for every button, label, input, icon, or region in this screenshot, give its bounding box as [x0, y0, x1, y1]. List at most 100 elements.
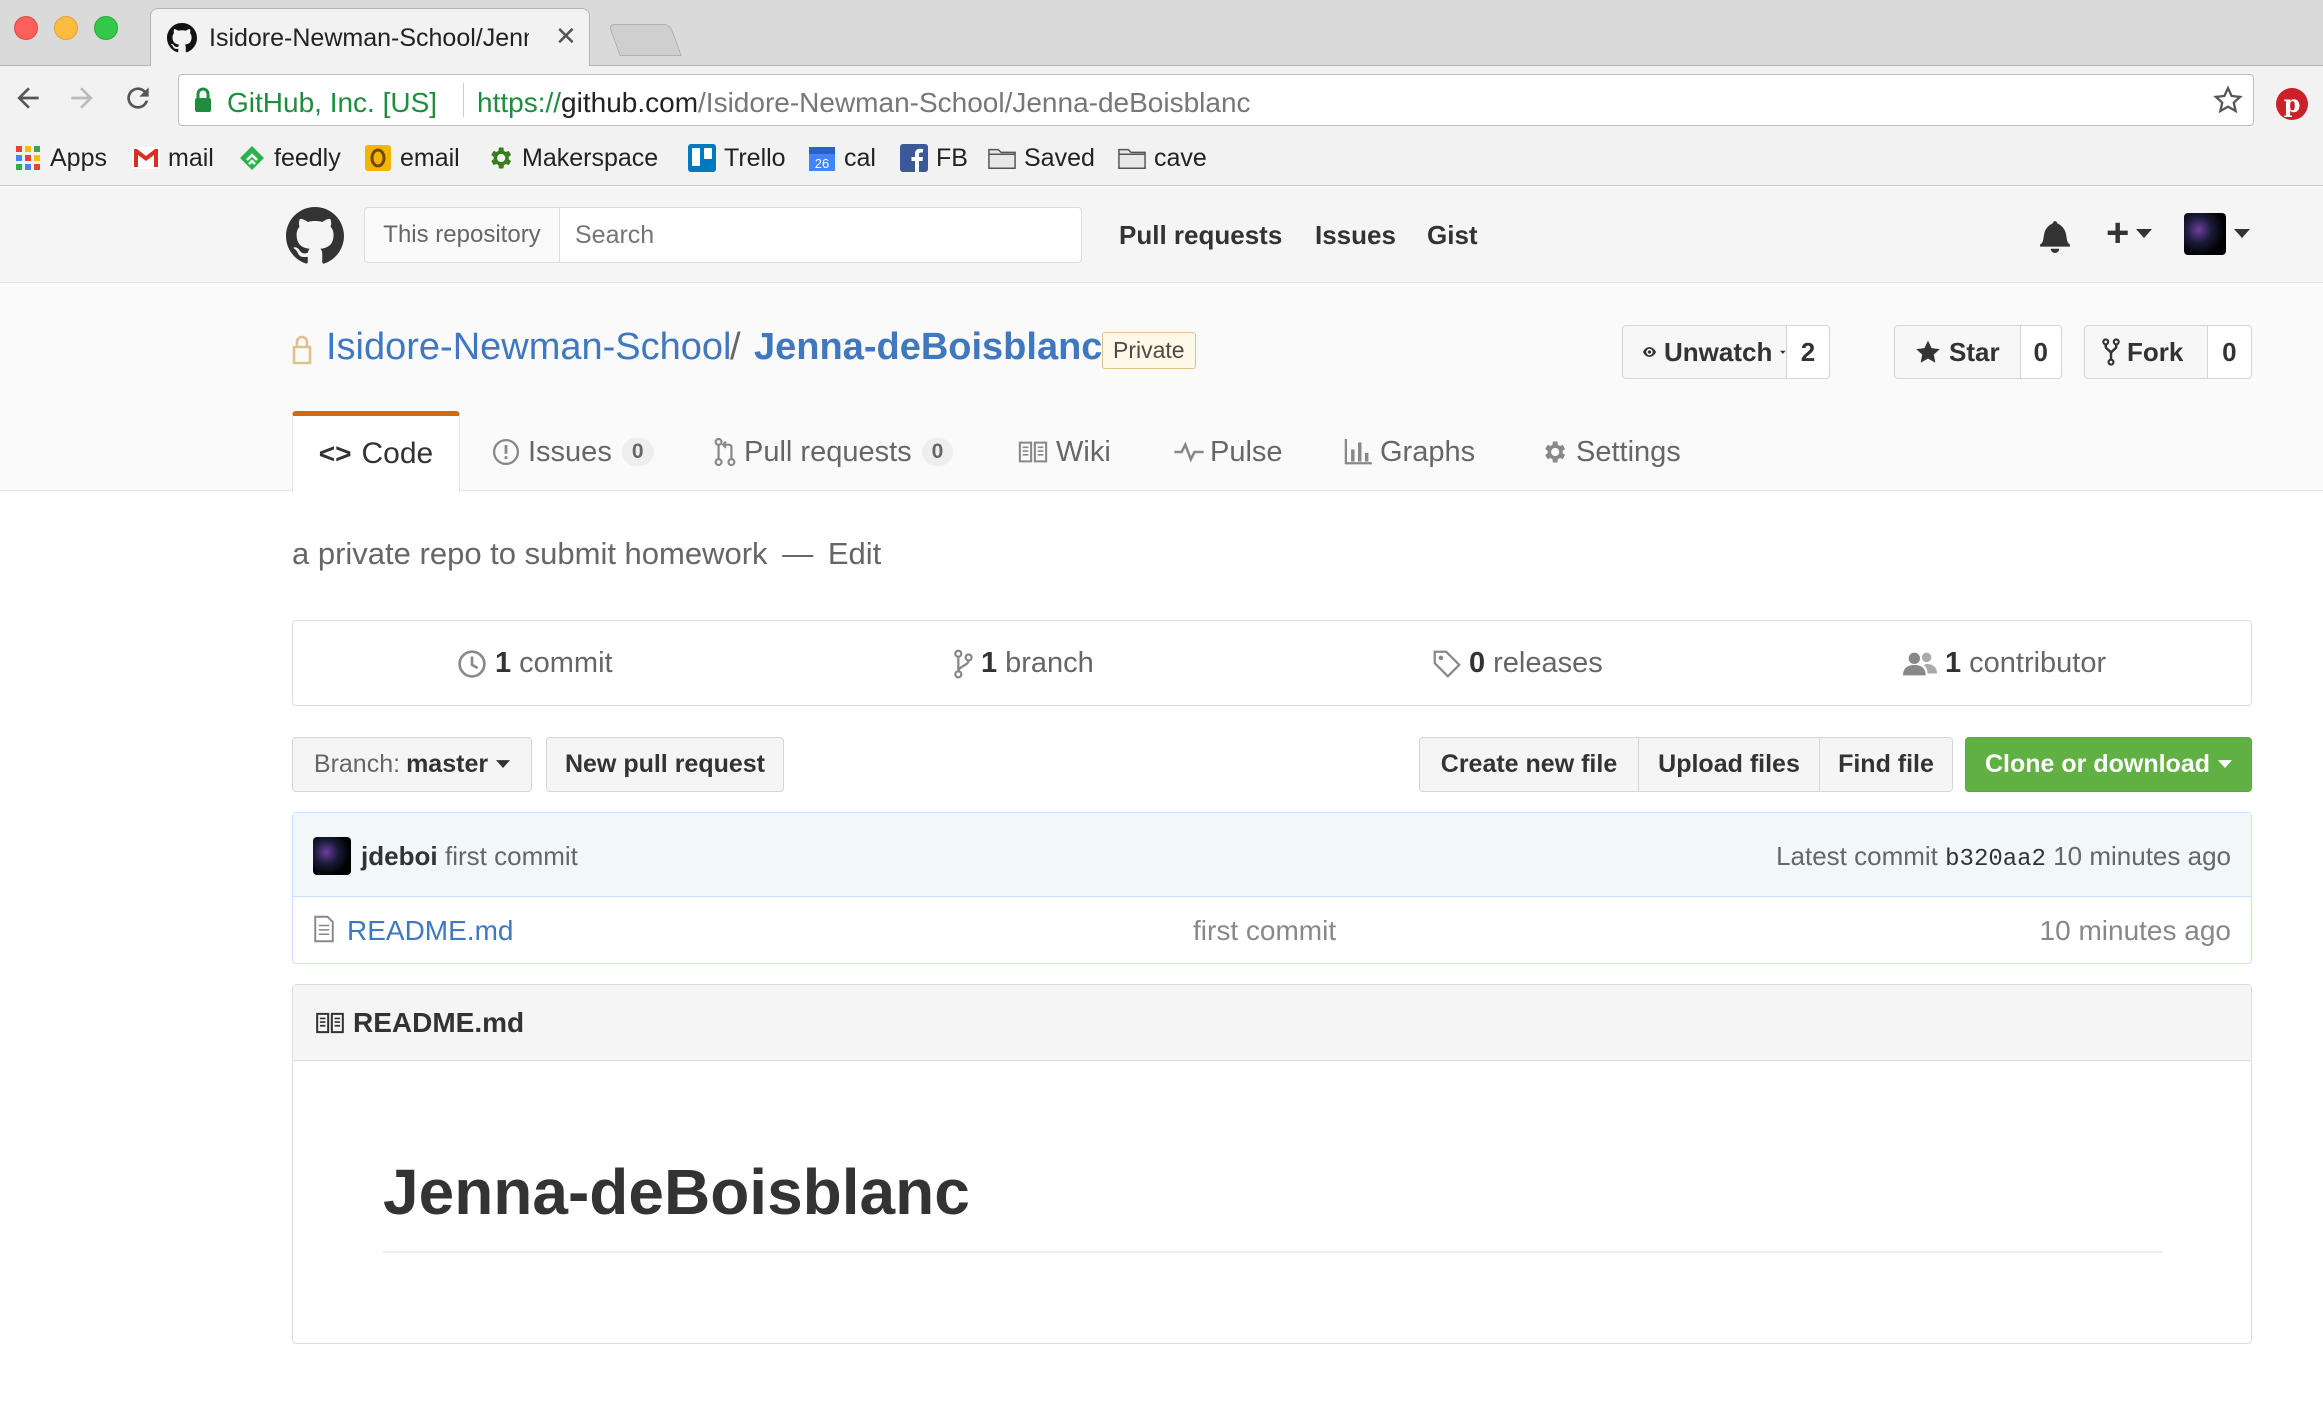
eye-icon [1643, 347, 1656, 357]
search-scope-label: This repository [365, 208, 560, 262]
branch-name: master [406, 750, 489, 778]
upload-files-button[interactable]: Upload files [1638, 737, 1820, 792]
bookmark-cal[interactable]: 26 cal [808, 140, 876, 176]
watchers-count[interactable]: 2 [1787, 326, 1829, 378]
bookmark-fb[interactable]: FB [900, 140, 968, 176]
tab-code[interactable]: <> Code [292, 411, 460, 492]
tab-graphs[interactable]: Graphs [1344, 413, 1475, 491]
back-arrow-icon[interactable] [12, 82, 44, 114]
repo-description-text: a private repo to submit homework [292, 536, 768, 571]
browser-tab-active[interactable]: Isidore-Newman-School/Jenna ✕ [150, 8, 590, 67]
tab-code-label: Code [361, 437, 434, 470]
bookmark-star-icon[interactable] [2213, 85, 2243, 115]
user-avatar[interactable] [2184, 213, 2226, 255]
readme-heading: Jenna-deBoisblanc [383, 1156, 970, 1228]
book-icon [316, 1012, 344, 1033]
folder-icon [988, 144, 1016, 172]
bookmark-email[interactable]: email [364, 140, 460, 176]
repo-name-link[interactable]: Jenna-deBoisblanc [754, 326, 1102, 369]
gear-icon [1545, 441, 1566, 463]
releases-summary[interactable]: 0 releases [1433, 647, 1603, 680]
star-button[interactable]: Star [1895, 326, 2021, 378]
file-age: 10 minutes ago [2039, 915, 2231, 946]
file-listing: jdeboi first commit Latest commit b320aa… [292, 812, 2252, 964]
table-row: README.md first commit 10 minutes ago [293, 897, 2251, 963]
bookmark-mail[interactable]: mail [132, 140, 214, 176]
new-pull-request-button[interactable]: New pull request [546, 737, 784, 792]
forks-count[interactable]: 0 [2207, 326, 2251, 378]
nav-pull-requests[interactable]: Pull requests [1119, 220, 1282, 251]
code-brackets-icon: <> [318, 438, 352, 469]
branch-prefix: Branch: [313, 750, 401, 778]
find-file-button[interactable]: Find file [1819, 737, 1953, 792]
bookmark-label: cave [1154, 143, 1207, 172]
private-lock-icon [290, 333, 314, 365]
browser-toolbar: GitHub, Inc. [US] https://github.com/Isi… [0, 66, 2323, 186]
tab-settings[interactable]: Settings [1540, 413, 1681, 491]
clone-or-download-button[interactable]: Clone or download [1965, 737, 2252, 792]
repo-owner-link[interactable]: Isidore-Newman-School [326, 326, 732, 369]
bookmark-label: Apps [50, 143, 107, 172]
chevron-down-icon [496, 760, 511, 768]
bookmark-apps[interactable]: Apps [14, 140, 107, 176]
tab-close-icon[interactable]: ✕ [555, 21, 577, 52]
fork-button-group: Fork 0 [2084, 325, 2252, 379]
address-bar[interactable]: GitHub, Inc. [US] https://github.com/Isi… [178, 74, 2254, 126]
commit-author-avatar[interactable] [313, 837, 351, 875]
unwatch-button[interactable]: Unwatch [1623, 326, 1787, 378]
file-text-icon [313, 915, 335, 943]
bookmark-trello[interactable]: Trello [688, 140, 786, 176]
reload-icon[interactable] [122, 82, 154, 114]
chevron-down-icon [1780, 350, 1786, 354]
pulse-icon [1174, 441, 1204, 463]
minimize-window-button[interactable] [54, 16, 78, 40]
latest-commit-label: Latest commit [1776, 841, 1938, 871]
omnibox-divider [463, 83, 464, 117]
commits-summary[interactable]: 1 commit [457, 647, 613, 680]
contributors-summary[interactable]: 1 contributor [1903, 647, 2106, 680]
chevron-down-icon[interactable] [2234, 229, 2250, 239]
pinterest-extension-icon[interactable]: p [2276, 88, 2308, 120]
branches-count: 1 [981, 647, 998, 679]
chevron-down-icon [2218, 760, 2232, 768]
create-new-plus-icon[interactable]: + [2106, 211, 2129, 256]
branch-select-button[interactable]: Branch: master [292, 737, 532, 792]
zoom-window-button[interactable] [94, 16, 118, 40]
commit-sha-link[interactable]: b320aa2 [1945, 846, 2046, 873]
file-name-link[interactable]: README.md [347, 915, 513, 947]
tab-wiki[interactable]: Wiki [1018, 413, 1111, 491]
tab-pulse[interactable]: Pulse [1174, 413, 1283, 491]
nav-issues[interactable]: Issues [1315, 220, 1396, 251]
tab-settings-label: Settings [1576, 435, 1681, 468]
bookmark-feedly[interactable]: feedly [238, 140, 341, 176]
git-pull-request-icon [714, 437, 736, 467]
numbers-summary: 1 commit 1 branch 0 releases 1 contribut… [292, 620, 2252, 706]
tab-graphs-label: Graphs [1380, 435, 1476, 468]
bookmark-cave[interactable]: cave [1118, 140, 1207, 176]
file-commit-message-link[interactable]: first commit [1193, 915, 1336, 947]
readme-panel: README.md Jenna-deBoisblanc [292, 984, 2252, 1344]
new-tab-button[interactable] [608, 24, 682, 56]
tab-pull-requests[interactable]: Pull requests 0 [714, 413, 954, 491]
close-window-button[interactable] [14, 16, 38, 40]
commit-author-link[interactable]: jdeboi [361, 841, 438, 872]
notifications-bell-icon[interactable] [2040, 219, 2070, 253]
bookmark-makerspace[interactable]: Makerspace [486, 140, 658, 176]
nav-gist[interactable]: Gist [1427, 220, 1478, 251]
branches-summary[interactable]: 1 branch [953, 647, 1094, 680]
stargazers-count[interactable]: 0 [2020, 326, 2061, 378]
issue-opened-icon [492, 438, 520, 466]
github-octocat-logo-icon[interactable] [286, 207, 344, 265]
edit-description-link[interactable]: Edit [828, 536, 881, 571]
fork-button[interactable]: Fork [2085, 326, 2208, 378]
search-input[interactable] [565, 214, 1065, 256]
chevron-down-icon[interactable] [2136, 229, 2152, 239]
bookmark-saved[interactable]: Saved [988, 140, 1095, 176]
tab-wiki-label: Wiki [1056, 435, 1111, 468]
tab-issues[interactable]: Issues 0 [492, 413, 654, 491]
commit-message-link[interactable]: first commit [445, 841, 578, 872]
secure-origin-label: GitHub, Inc. [US] [227, 87, 438, 118]
calendar-day: 26 [815, 156, 829, 171]
create-new-file-button[interactable]: Create new file [1419, 737, 1639, 792]
forward-arrow-icon[interactable] [66, 82, 98, 114]
